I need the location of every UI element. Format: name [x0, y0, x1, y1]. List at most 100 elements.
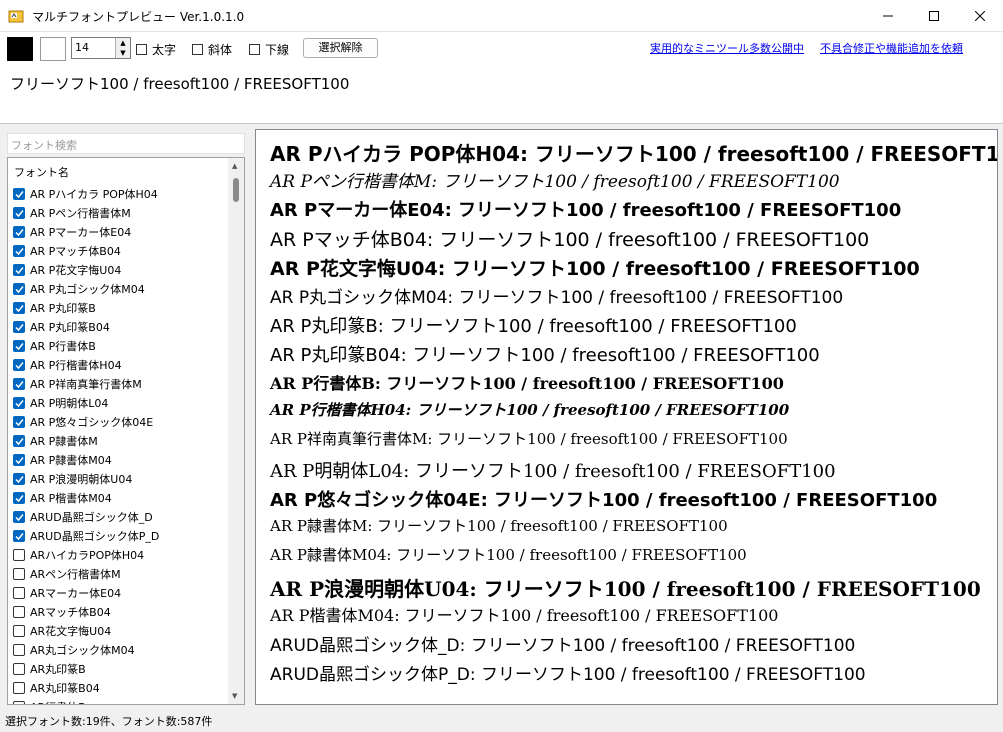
sample-text-input[interactable]: フリーソフト100 / freesoft100 / FREESOFT100: [0, 68, 1003, 124]
list-item[interactable]: AR丸ゴシック体M04: [13, 641, 135, 659]
list-item[interactable]: ARマーカー体E04: [13, 584, 121, 602]
list-item[interactable]: AR P明朝体L04: [13, 394, 108, 412]
underline-checkbox[interactable]: 下線: [249, 41, 289, 58]
list-item[interactable]: AR Pペン行楷書体M: [13, 204, 131, 222]
list-item[interactable]: AR Pハイカラ POP体H04: [13, 185, 158, 203]
checkbox-checked-icon[interactable]: [13, 530, 25, 542]
clear-selection-button[interactable]: 選択解除: [303, 38, 378, 58]
tools-link[interactable]: 実用的なミニツール多数公開中: [650, 40, 804, 56]
list-item[interactable]: AR丸印篆B: [13, 660, 86, 678]
list-scrollbar[interactable]: ▲ ▼: [228, 158, 244, 704]
text-color-swatch[interactable]: [7, 37, 33, 61]
scroll-thumb[interactable]: [233, 178, 239, 202]
italic-checkbox[interactable]: 斜体: [192, 41, 232, 58]
checkbox-icon[interactable]: [13, 625, 25, 637]
font-size-stepper[interactable]: 14 ▲ ▼: [71, 37, 131, 59]
spin-up-icon[interactable]: ▲: [115, 38, 130, 48]
checkbox-icon[interactable]: [13, 701, 25, 704]
list-item-label: AR P行楷書体H04: [30, 359, 122, 372]
underline-label: 下線: [265, 43, 290, 57]
preview-row: AR P浪漫明朝体U04: フリーソフト100 / freesoft100 / …: [270, 577, 981, 601]
list-item[interactable]: AR P丸ゴシック体M04: [13, 280, 145, 298]
list-item[interactable]: AR P丸印篆B: [13, 299, 96, 317]
checkbox-checked-icon[interactable]: [13, 454, 25, 466]
list-item[interactable]: AR P行書体B: [13, 337, 96, 355]
status-bar: 選択フォント数:19件、フォント数:587件: [0, 710, 1003, 732]
checkbox-checked-icon[interactable]: [13, 264, 25, 276]
list-item[interactable]: AR P花文字悔U04: [13, 261, 121, 279]
list-item-label: ARマッチ体B04: [30, 606, 111, 619]
list-item[interactable]: AR Pマーカー体E04: [13, 223, 131, 241]
checkbox-icon[interactable]: [13, 663, 25, 675]
list-item[interactable]: AR P浪漫明朝体U04: [13, 470, 132, 488]
checkbox-icon[interactable]: [13, 644, 25, 656]
preview-row: AR Pハイカラ POP体H04: フリーソフト100 / freesoft10…: [270, 142, 998, 166]
preview-row: AR P行書体B: フリーソフト100 / freesoft100 / FREE…: [270, 374, 784, 393]
scroll-down-icon[interactable]: ▼: [232, 692, 237, 700]
list-item-label: AR P花文字悔U04: [30, 264, 122, 277]
list-item[interactable]: AR P悠々ゴシック体04E: [13, 413, 153, 431]
checkbox-checked-icon[interactable]: [13, 302, 25, 314]
toolbar: 14 ▲ ▼ 太字 斜体 下線 選択解除 実用的なミニツール多数公開中 不具合修…: [0, 32, 1003, 68]
checkbox-checked-icon[interactable]: [13, 435, 25, 447]
preview-row: AR P丸ゴシック体M04: フリーソフト100 / freesoft100 /…: [270, 288, 844, 308]
list-item[interactable]: ARハイカラPOP体H04: [13, 546, 144, 564]
checkbox-checked-icon[interactable]: [13, 245, 25, 257]
list-item[interactable]: AR P隷書体M04: [13, 451, 112, 469]
list-item[interactable]: AR P祥南真筆行書体M: [13, 375, 142, 393]
font-search-input[interactable]: フォント検索: [7, 133, 245, 154]
list-item[interactable]: ARペン行楷書体M: [13, 565, 121, 583]
list-item-label: AR P隷書体M: [30, 435, 98, 448]
list-item[interactable]: AR P楷書体M04: [13, 489, 112, 507]
checkbox-checked-icon[interactable]: [13, 473, 25, 485]
font-list[interactable]: フォント名 AR Pハイカラ POP体H04 AR Pペン行楷書体M AR Pマーカ…: [7, 157, 245, 705]
preview-row: ARUD晶熙ゴシック体P_D: フリーソフト100 / freesoft100 …: [270, 665, 866, 685]
checkbox-checked-icon[interactable]: [13, 188, 25, 200]
list-item[interactable]: AR P行楷書体H04: [13, 356, 122, 374]
maximize-button[interactable]: [911, 0, 957, 31]
close-button[interactable]: [957, 0, 1003, 31]
checkbox-box[interactable]: [136, 44, 147, 55]
checkbox-checked-icon[interactable]: [13, 397, 25, 409]
preview-row: AR P花文字悔U04: フリーソフト100 / freesoft100 / F…: [270, 258, 920, 280]
bold-checkbox[interactable]: 太字: [136, 41, 176, 58]
checkbox-checked-icon[interactable]: [13, 226, 25, 238]
list-item[interactable]: AR行書体B: [13, 698, 86, 704]
request-link[interactable]: 不具合修正や機能追加を依頼: [820, 40, 963, 56]
list-item[interactable]: ARUD晶熙ゴシック体P_D: [13, 527, 159, 545]
checkbox-checked-icon[interactable]: [13, 207, 25, 219]
list-item[interactable]: AR Pマッチ体B04: [13, 242, 121, 260]
preview-row: AR Pマッチ体B04: フリーソフト100 / freesoft100 / F…: [270, 229, 870, 251]
checkbox-icon[interactable]: [13, 568, 25, 580]
list-item[interactable]: ARマッチ体B04: [13, 603, 111, 621]
list-item-label: ARハイカラPOP体H04: [30, 549, 145, 562]
checkbox-checked-icon[interactable]: [13, 321, 25, 333]
spin-down-icon[interactable]: ▼: [115, 48, 130, 58]
checkbox-icon[interactable]: [13, 606, 25, 618]
list-item[interactable]: AR P丸印篆B04: [13, 318, 110, 336]
preview-row: ARUD晶熙ゴシック体_D: フリーソフト100 / freesoft100 /…: [270, 636, 856, 656]
list-item[interactable]: ARUD晶熙ゴシック体_D: [13, 508, 153, 526]
checkbox-checked-icon[interactable]: [13, 359, 25, 371]
checkbox-box[interactable]: [192, 44, 203, 55]
checkbox-checked-icon[interactable]: [13, 511, 25, 523]
preview-row: AR P楷書体M04: フリーソフト100 / freesoft100 / FR…: [270, 606, 779, 625]
checkbox-icon[interactable]: [13, 682, 25, 694]
italic-label: 斜体: [208, 43, 233, 57]
preview-row: AR P丸印篆B: フリーソフト100 / freesoft100 / FREE…: [270, 316, 797, 337]
checkbox-icon[interactable]: [13, 587, 25, 599]
list-item[interactable]: AR花文字悔U04: [13, 622, 111, 640]
checkbox-checked-icon[interactable]: [13, 378, 25, 390]
scroll-up-icon[interactable]: ▲: [232, 162, 237, 170]
checkbox-checked-icon[interactable]: [13, 283, 25, 295]
checkbox-checked-icon[interactable]: [13, 416, 25, 428]
checkbox-checked-icon[interactable]: [13, 492, 25, 504]
checkbox-checked-icon[interactable]: [13, 340, 25, 352]
list-item[interactable]: AR P隷書体M: [13, 432, 98, 450]
checkbox-box[interactable]: [249, 44, 260, 55]
list-item[interactable]: AR丸印篆B04: [13, 679, 100, 697]
minimize-button[interactable]: [865, 0, 911, 31]
background-color-swatch[interactable]: [40, 37, 66, 61]
checkbox-icon[interactable]: [13, 549, 25, 561]
list-header: フォント名: [14, 166, 69, 179]
